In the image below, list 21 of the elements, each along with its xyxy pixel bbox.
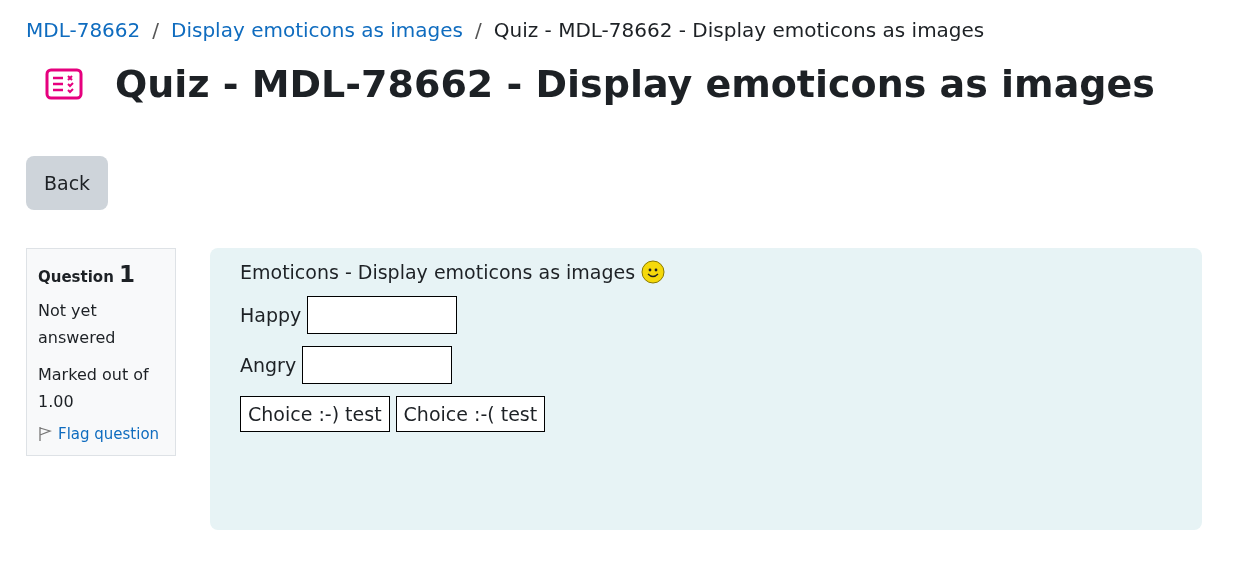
question-status: Not yet answered bbox=[38, 300, 117, 349]
answer-box[interactable] bbox=[307, 296, 458, 334]
question-text: Emoticons - Display emoticons as images bbox=[240, 261, 636, 283]
breadcrumb-current: Quiz - MDL-78662 - Display emoticons as images bbox=[493, 18, 985, 42]
checklist-icon bbox=[45, 68, 83, 100]
breadcrumb-separator: / bbox=[152, 18, 160, 42]
flag-icon bbox=[38, 426, 52, 442]
back-button[interactable]: Back bbox=[26, 156, 109, 210]
breadcrumb-separator: / bbox=[475, 18, 482, 42]
question-number: Question 1 bbox=[38, 261, 137, 287]
answer-box[interactable] bbox=[302, 346, 453, 384]
field-label: Happy bbox=[240, 304, 302, 326]
drag-choice[interactable]: Choice :-) test bbox=[240, 396, 390, 432]
smiley-icon bbox=[641, 260, 666, 284]
page-title: Quiz - MDL-78662 - Display emoticons as images bbox=[115, 62, 1155, 106]
field-label: Angry bbox=[240, 354, 297, 376]
flag-question-link[interactable]: Flag question bbox=[38, 425, 164, 443]
breadcrumb-link[interactable]: Display emoticons as images bbox=[171, 18, 463, 42]
breadcrumb-link[interactable]: MDL-78662 bbox=[26, 18, 141, 42]
question-marks: Marked out of 1.00 bbox=[38, 364, 150, 413]
drag-choice[interactable]: Choice :-( test bbox=[395, 396, 546, 432]
